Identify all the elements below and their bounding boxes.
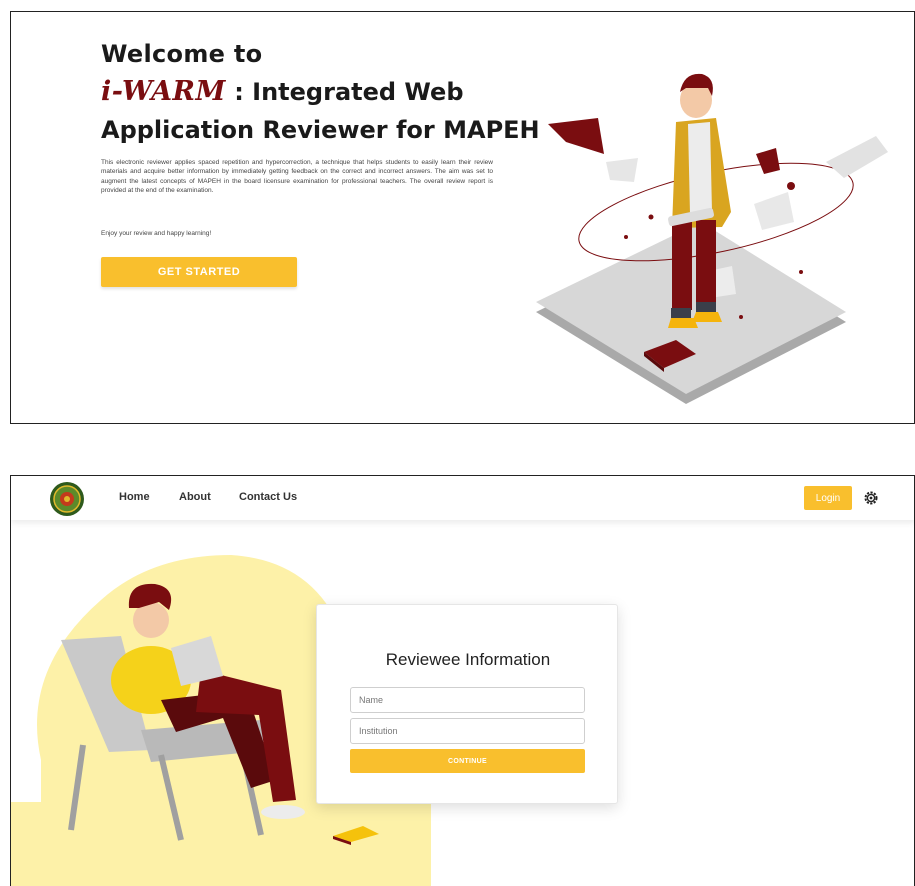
- description-text: This electronic reviewer applies spaced …: [101, 159, 493, 195]
- enjoy-text: Enjoy your review and happy learning!: [101, 230, 212, 237]
- name-input[interactable]: [350, 687, 585, 713]
- get-started-button[interactable]: GET STARTED: [101, 257, 297, 287]
- welcome-heading: Welcome to: [101, 40, 263, 68]
- title-rest: : Integrated Web: [225, 78, 464, 106]
- brand-name: i-WARM: [101, 76, 226, 107]
- institution-input[interactable]: [350, 718, 585, 744]
- reviewee-info-card: Reviewee Information CONTINUE: [316, 604, 618, 804]
- card-title: Reviewee Information: [385, 650, 551, 669]
- landing-screenshot: Welcome to i-WARM : Integrated Web Appli…: [10, 11, 915, 424]
- reviewee-screenshot: Home About Contact Us Login Reviewee Inf…: [10, 475, 915, 886]
- logo-seal-icon[interactable]: [49, 481, 85, 517]
- reading-man-illustration: [536, 73, 888, 404]
- continue-button[interactable]: CONTINUE: [350, 749, 585, 773]
- nav-home[interactable]: Home: [119, 491, 150, 503]
- nav-contact-us[interactable]: Contact Us: [239, 491, 297, 503]
- nav-about[interactable]: About: [179, 491, 211, 503]
- gear-icon[interactable]: [863, 490, 879, 506]
- navbar: Home About Contact Us Login: [11, 476, 914, 520]
- title-line-3: Application Reviewer for MAPEH: [101, 116, 540, 144]
- login-button[interactable]: Login: [804, 486, 852, 510]
- title-line-2: i-WARM : Integrated Web: [101, 76, 464, 107]
